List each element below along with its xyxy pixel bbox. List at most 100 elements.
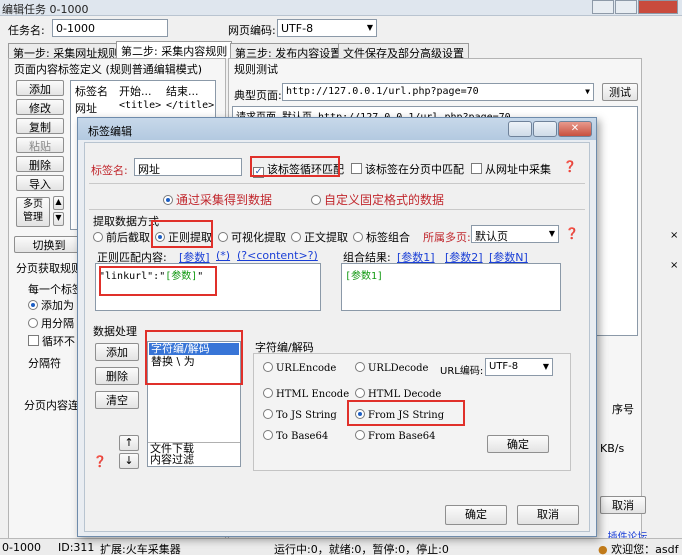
url-charset-value: UTF-8 bbox=[489, 361, 519, 372]
copy-tag-button[interactable]: 复制 bbox=[16, 118, 64, 134]
tag-definition-title: 页面内容标签定义 (规则普通编辑模式) bbox=[14, 63, 203, 76]
list-item-filter[interactable]: 内容过滤 bbox=[150, 454, 194, 465]
dialog-close-icon[interactable]: ✕ bbox=[558, 121, 592, 137]
extract-group-label: 提取数据方式 bbox=[93, 215, 159, 228]
move-down-icon[interactable]: ▼ bbox=[53, 212, 64, 226]
tag-col-name: 标签名 bbox=[75, 85, 108, 98]
page-select[interactable]: 默认页 ▼ bbox=[471, 225, 559, 243]
switch-mode-button[interactable]: 切换到 bbox=[14, 236, 84, 253]
help-icon[interactable]: ❓ bbox=[93, 455, 107, 468]
rule-test-title: 规则测试 bbox=[234, 63, 278, 76]
regex-wildcard-link[interactable]: (*) bbox=[216, 249, 230, 262]
regex-content-link[interactable]: (?<content>?) bbox=[237, 249, 318, 262]
encoding-value: UTF-8 bbox=[281, 22, 314, 35]
page-value: 默认页 bbox=[475, 230, 508, 243]
process-group-label: 数据处理 bbox=[93, 325, 137, 338]
side-close-icon[interactable]: × bbox=[670, 260, 678, 271]
paste-tag-button[interactable]: 粘贴 bbox=[16, 137, 64, 153]
paging-loop-checkbox[interactable]: 循环不 bbox=[28, 333, 75, 349]
html-encode-radio[interactable]: HTML Encode bbox=[263, 388, 349, 400]
task-name-label: 任务名: bbox=[8, 24, 45, 37]
from-url-checkbox[interactable]: 从网址中采集 bbox=[471, 161, 551, 177]
extract-option-body[interactable]: 正文提取 bbox=[291, 229, 348, 245]
task-name-input[interactable]: 0-1000 bbox=[52, 19, 168, 37]
chevron-down-icon: ▼ bbox=[585, 87, 590, 96]
paging-each-label: 每一个标签 bbox=[28, 283, 83, 296]
process-up-button[interactable]: ↑ bbox=[119, 435, 139, 451]
tag-name-input[interactable]: 网址 bbox=[134, 158, 242, 176]
import-tag-button[interactable]: 导入 bbox=[16, 175, 64, 191]
to-js-string-radio[interactable]: To JS String bbox=[263, 409, 337, 421]
encoding-select[interactable]: UTF-8 ▼ bbox=[277, 19, 377, 37]
divider bbox=[89, 183, 585, 184]
help-icon[interactable]: ❓ bbox=[563, 160, 577, 173]
url-charset-select[interactable]: UTF-8 ▼ bbox=[485, 358, 553, 376]
dialog-ok-button[interactable]: 确定 bbox=[445, 505, 507, 525]
add-tag-button[interactable]: 添加 bbox=[16, 80, 64, 96]
dialog-minimize-icon[interactable] bbox=[508, 121, 532, 137]
table-row-start: <title> bbox=[119, 100, 162, 111]
tag-edit-dialog: 标签编辑 ✕ 标签名: 网址 ✓ 该标签循环匹配 该标签在分页中匹配 从网址中采集… bbox=[77, 117, 597, 537]
highlight-loop-match bbox=[250, 156, 340, 177]
typical-page-label: 典型页面: bbox=[234, 89, 282, 102]
dialog-cancel-button[interactable]: 取消 bbox=[517, 505, 579, 525]
paging-match-checkbox[interactable]: 该标签在分页中匹配 bbox=[351, 161, 464, 177]
side-close-icon[interactable]: × bbox=[670, 230, 678, 241]
extract-option-visual[interactable]: 可视化提取 bbox=[218, 229, 286, 245]
seq-column-header: 序号 bbox=[612, 403, 634, 416]
table-row-name[interactable]: 网址 bbox=[75, 100, 97, 116]
process-add-button[interactable]: 添加 bbox=[95, 343, 139, 361]
mode-custom-radio[interactable]: 自定义固定格式的数据 bbox=[311, 191, 444, 208]
tag-name-label: 标签名: bbox=[91, 164, 128, 177]
minimize-button[interactable] bbox=[592, 0, 614, 14]
from-base64-radio[interactable]: From Base64 bbox=[355, 430, 436, 442]
chevron-down-icon: ▼ bbox=[548, 229, 555, 238]
dialog-titlebar: 标签编辑 ✕ bbox=[78, 118, 596, 140]
help-icon[interactable]: ❓ bbox=[565, 227, 579, 240]
extract-option-cut[interactable]: 前后截取 bbox=[93, 229, 150, 245]
charset-ok-button[interactable]: 确定 bbox=[487, 435, 549, 453]
mode-collect-radio[interactable]: 通过采集得到数据 bbox=[163, 191, 272, 208]
dialog-maximize-icon[interactable] bbox=[533, 121, 557, 137]
tag-col-end: 结束... bbox=[166, 85, 199, 98]
edit-tag-button[interactable]: 修改 bbox=[16, 99, 64, 115]
delete-tag-button[interactable]: 删除 bbox=[16, 156, 64, 172]
table-row-end: </title> bbox=[166, 100, 215, 111]
main-titlebar: 编辑任务 0-1000 bbox=[0, 0, 682, 16]
chevron-down-icon: ▼ bbox=[366, 23, 373, 32]
tab-step4[interactable]: 文件保存及部分高级设置 bbox=[338, 43, 469, 60]
process-down-button[interactable]: ↓ bbox=[119, 453, 139, 469]
test-button[interactable]: 测试 bbox=[602, 83, 638, 101]
to-base64-radio[interactable]: To Base64 bbox=[263, 430, 328, 442]
main-cancel-button[interactable]: 取消 bbox=[600, 496, 646, 514]
chevron-down-icon: ▼ bbox=[542, 362, 549, 371]
close-button[interactable] bbox=[638, 0, 678, 14]
maximize-button[interactable] bbox=[615, 0, 637, 14]
result-content-input[interactable]: [参数1] bbox=[341, 263, 561, 311]
tab-step2[interactable]: 第二步: 采集内容规则 bbox=[116, 41, 233, 58]
multipage-manage-button[interactable]: 多页 管理 bbox=[16, 197, 50, 227]
paging-separator-option[interactable]: 用分隔 bbox=[28, 315, 74, 331]
url-decode-radio[interactable]: URLDecode bbox=[355, 362, 428, 374]
separator-label: 分隔符 bbox=[28, 357, 61, 370]
process-delete-button[interactable]: 删除 bbox=[95, 367, 139, 385]
tab-step3[interactable]: 第三步: 发布内容设置 bbox=[230, 43, 347, 60]
status-task: 0-1000 bbox=[2, 541, 41, 554]
highlight-process-list bbox=[145, 330, 243, 385]
page-label: 所属多页: bbox=[423, 231, 471, 244]
html-decode-radio[interactable]: HTML Decode bbox=[355, 388, 441, 400]
user-icon: ● bbox=[598, 543, 608, 556]
tag-col-start: 开始... bbox=[119, 85, 152, 98]
paging-merge-label: 分页内容连 bbox=[24, 399, 79, 412]
highlight-regex-option bbox=[151, 220, 213, 248]
tab-step1[interactable]: 第一步: 采集网址规则 bbox=[8, 43, 125, 60]
paging-add-option[interactable]: 添加为 bbox=[28, 297, 74, 313]
highlight-regex-content bbox=[99, 266, 217, 296]
typical-page-select[interactable]: http://127.0.0.1/url.php?page=70 ▼ bbox=[282, 83, 594, 101]
extract-option-combine[interactable]: 标签组合 bbox=[353, 229, 410, 245]
dialog-title: 标签编辑 bbox=[88, 125, 132, 138]
encoding-label: 网页编码: bbox=[228, 24, 276, 37]
url-encode-radio[interactable]: URLEncode bbox=[263, 362, 336, 374]
move-up-icon[interactable]: ▲ bbox=[53, 196, 64, 210]
process-clear-button[interactable]: 清空 bbox=[95, 391, 139, 409]
